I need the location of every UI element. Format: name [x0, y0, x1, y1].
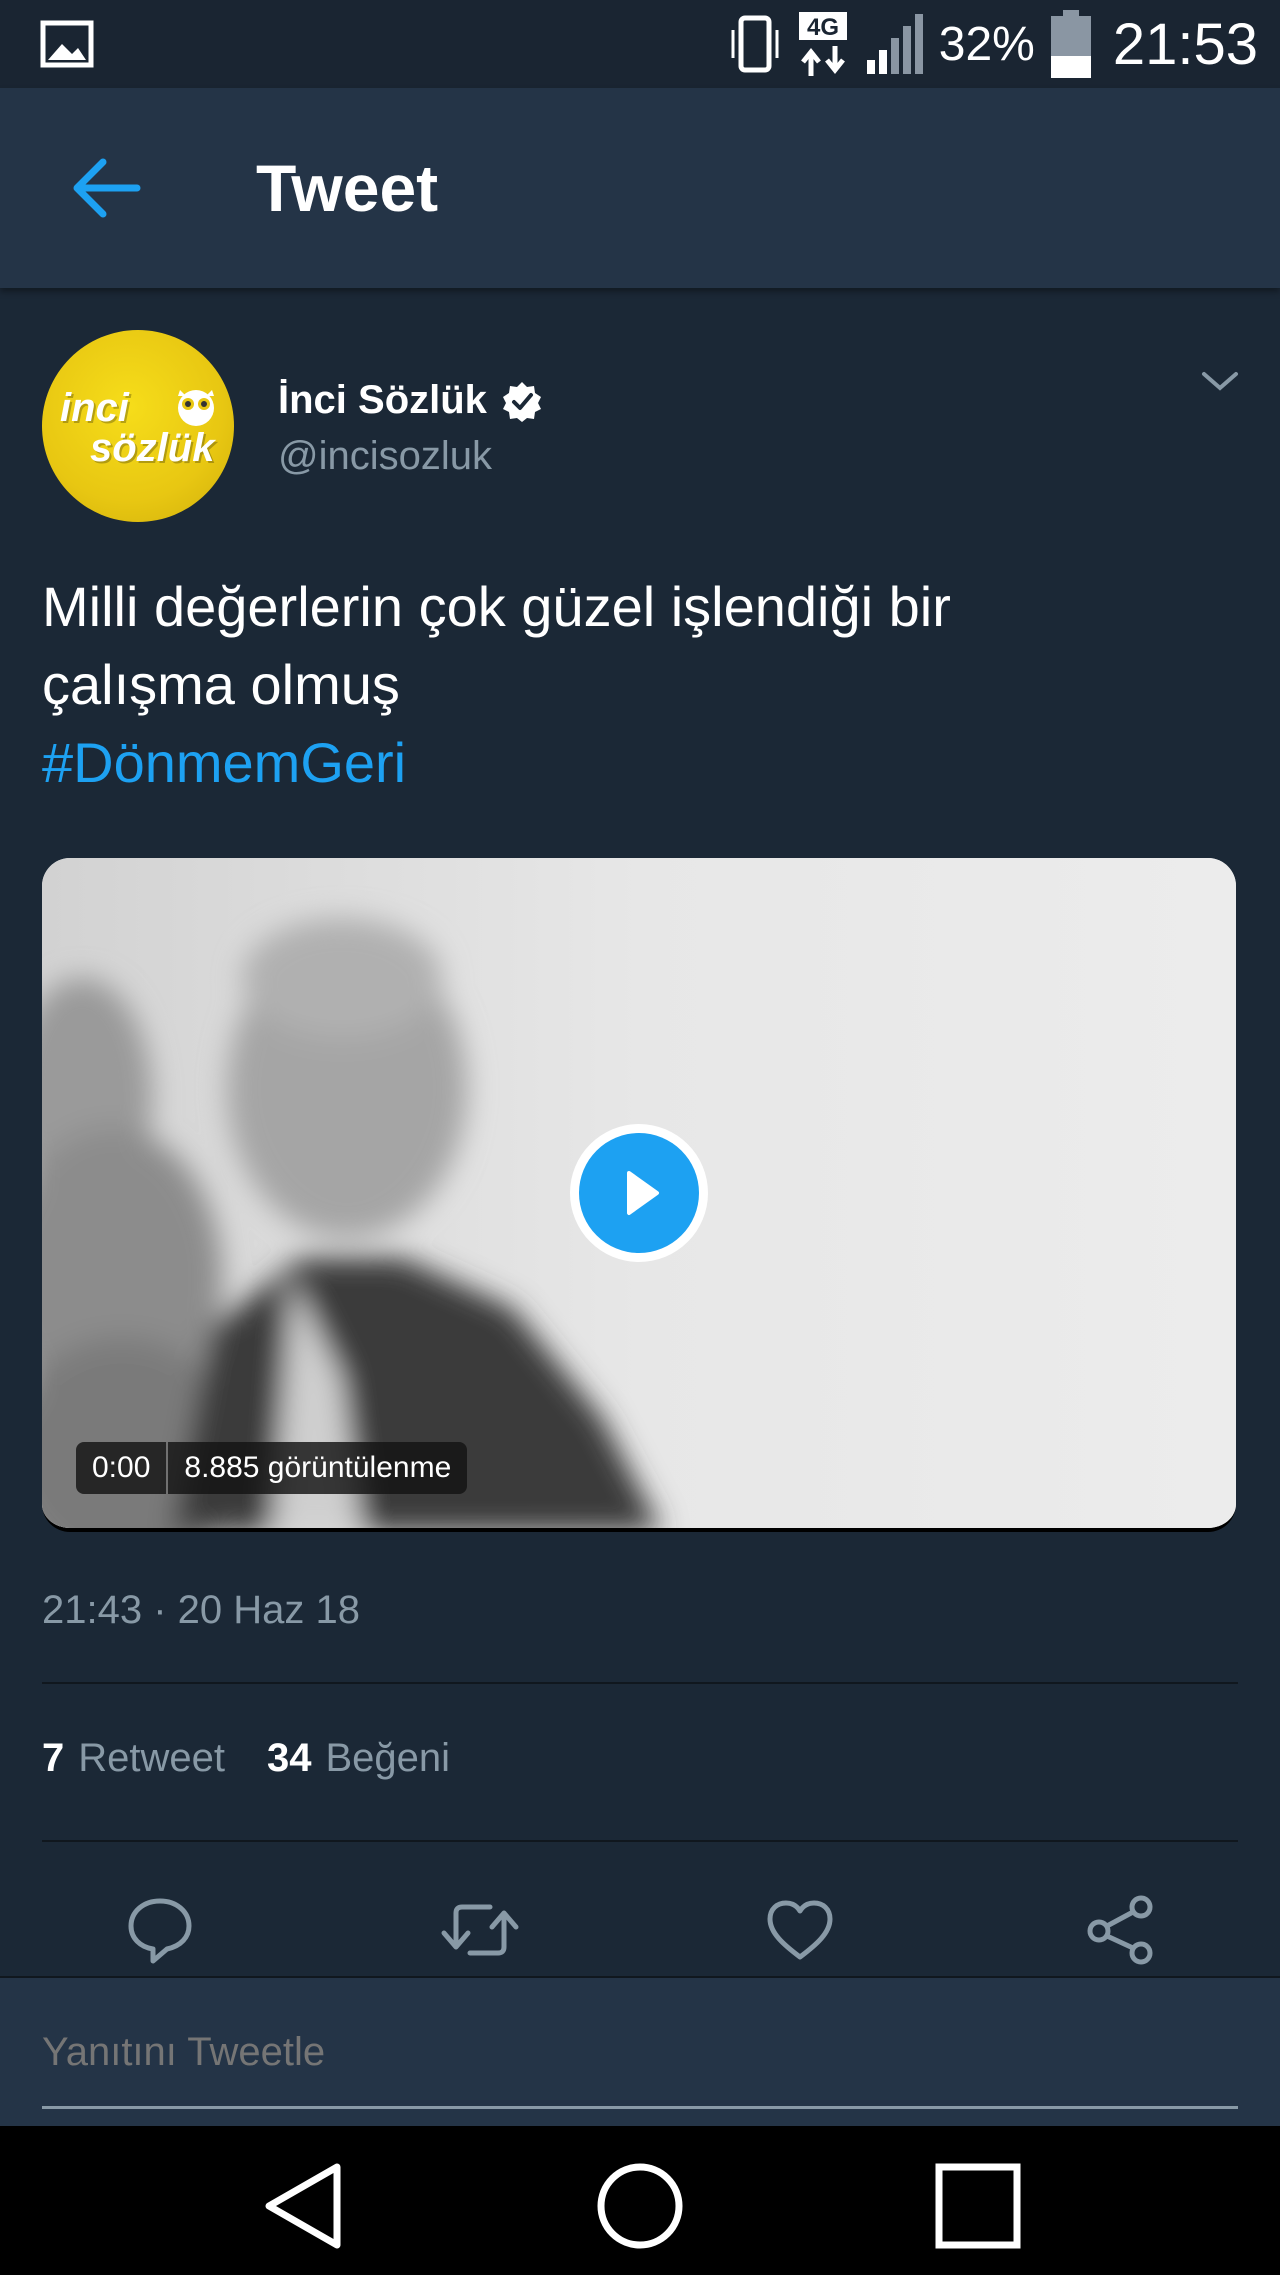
play-button[interactable]	[570, 1124, 708, 1262]
tweet-actions	[0, 1890, 1280, 1970]
status-time: 21:53	[1112, 11, 1258, 77]
nav-back-button[interactable]	[252, 2156, 352, 2256]
4g-data-icon: 4G	[797, 10, 849, 78]
share-icon	[1087, 1895, 1153, 1965]
tweet-text-line1: Milli değerlerin çok güzel işlendiği bir	[42, 575, 951, 638]
share-button[interactable]	[1080, 1890, 1160, 1970]
hashtag-link[interactable]: #DönmemGeri	[42, 724, 1232, 802]
battery-icon	[1050, 10, 1091, 78]
network-label: 4G	[807, 14, 839, 41]
battery-percent: 32%	[938, 17, 1035, 71]
avatar-text-line2: sözlük	[90, 426, 215, 470]
avatar[interactable]: inci sözlük	[42, 330, 234, 522]
like-stat[interactable]: 34 Beğeni	[267, 1736, 450, 1781]
video-duration: 0:00	[76, 1442, 169, 1494]
tweet-text-line2: çalışma olmuş	[42, 653, 400, 716]
display-name[interactable]: İnci Sözlük	[278, 378, 543, 423]
owl-icon	[178, 390, 214, 426]
like-count: 34	[267, 1736, 312, 1780]
signal-icon	[865, 12, 923, 76]
video-player[interactable]: 0:00 8.885 görüntülenme	[42, 858, 1236, 1532]
retweet-button[interactable]	[440, 1890, 520, 1970]
divider	[42, 1840, 1238, 1842]
reply-input-underline	[42, 2106, 1238, 2109]
retweet-icon	[441, 1904, 519, 1956]
verified-badge-icon	[502, 381, 541, 422]
chevron-down-icon	[1202, 372, 1238, 391]
video-views: 8.885 görüntülenme	[184, 1451, 452, 1484]
gallery-icon	[40, 20, 94, 68]
play-icon	[627, 1171, 659, 1215]
back-triangle-icon	[265, 2163, 341, 2249]
reply-input[interactable]	[42, 2030, 1238, 2075]
tweet-text: Milli değerlerin çok güzel işlendiği bir…	[42, 568, 1232, 802]
recents-square-icon	[935, 2163, 1021, 2249]
nav-home-button[interactable]	[590, 2156, 690, 2256]
like-label: Beğeni	[325, 1736, 451, 1780]
like-icon	[767, 1900, 833, 1960]
app-bar: Tweet	[0, 88, 1280, 288]
system-nav-bar	[0, 2126, 1280, 2275]
nav-recents-button[interactable]	[928, 2156, 1028, 2256]
arrow-left-icon	[73, 158, 141, 218]
video-info-badge: 0:00 8.885 görüntülenme	[76, 1442, 468, 1494]
status-bar: 4G 32% 21:53	[0, 0, 1280, 88]
tweet-timestamp: 21:43 · 20 Haz 18	[42, 1588, 360, 1632]
divider	[42, 1682, 1238, 1684]
retweet-count: 7	[42, 1736, 65, 1780]
home-circle-icon	[597, 2163, 683, 2249]
tweet-stats: 7 Retweet 34 Beğeni	[42, 1736, 492, 1781]
reply-button[interactable]	[120, 1890, 200, 1970]
retweet-label: Retweet	[78, 1736, 225, 1780]
display-name-text: İnci Sözlük	[278, 378, 487, 422]
vibrate-icon	[729, 12, 781, 76]
like-button[interactable]	[760, 1890, 840, 1970]
more-options-button[interactable]	[1196, 362, 1244, 402]
user-handle[interactable]: @incisozluk	[278, 434, 492, 479]
retweet-stat[interactable]: 7 Retweet	[42, 1736, 225, 1781]
reply-composer	[0, 1976, 1280, 2126]
back-button[interactable]	[60, 148, 150, 228]
reply-icon	[128, 1898, 192, 1964]
page-title: Tweet	[256, 151, 439, 225]
